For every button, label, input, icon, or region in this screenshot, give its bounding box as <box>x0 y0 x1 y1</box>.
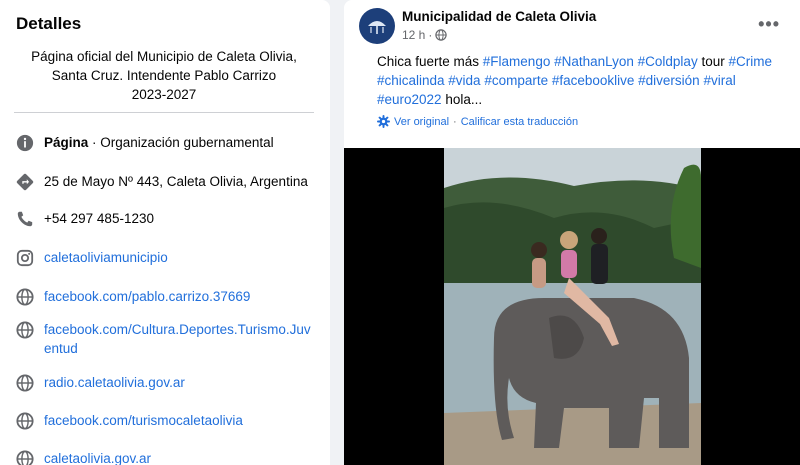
website-row[interactable]: caletaolivia.gov.ar <box>16 449 316 465</box>
phone-text: +54 297 485-1230 <box>44 211 154 226</box>
website-link[interactable]: caletaolivia.gov.ar <box>44 449 151 465</box>
post-card: Municipalidad de Caleta Olivia 12 h · ••… <box>344 0 800 465</box>
instagram-row[interactable]: caletaoliviamunicipio <box>16 248 316 267</box>
post-author[interactable]: Municipalidad de Caleta Olivia <box>402 9 596 24</box>
globe-icon <box>16 450 34 465</box>
avatar[interactable] <box>359 8 395 44</box>
bio-line: 2023-2027 <box>131 87 197 102</box>
website-link[interactable]: radio.caletaolivia.gov.ar <box>44 373 185 392</box>
video-player[interactable] <box>344 148 800 465</box>
globe-icon <box>16 412 34 430</box>
website-link-line[interactable]: facebook.com/Cultura.Deportes.Turismo.Ju… <box>44 322 311 337</box>
instagram-link[interactable]: caletaoliviamunicipio <box>44 248 168 267</box>
rate-translation-link[interactable]: Calificar esta traducción <box>461 116 578 128</box>
post-text-plain: Chica fuerte más <box>377 54 483 69</box>
page-bio: Página oficial del Municipio de Caleta O… <box>14 47 314 104</box>
info-icon <box>16 134 34 152</box>
post-text: Chica fuerte más #Flamengo #NathanLyon #… <box>377 52 787 109</box>
website-row[interactable]: facebook.com/turismocaletaolivia <box>16 411 316 430</box>
website-link[interactable]: facebook.com/turismocaletaolivia <box>44 411 243 430</box>
instagram-icon <box>16 249 34 267</box>
website-link[interactable]: facebook.com/pablo.carrizo.37669 <box>44 287 250 306</box>
globe-icon <box>16 321 34 339</box>
post-text-end: hola... <box>441 92 483 107</box>
website-row[interactable]: facebook.com/pablo.carrizo.37669 <box>16 287 316 306</box>
map-pin-icon <box>16 173 34 191</box>
details-title: Detalles <box>16 14 82 33</box>
translate-separator: · <box>453 115 457 128</box>
website-link-line[interactable]: entud <box>44 341 78 356</box>
post-meta: 12 h · <box>402 28 448 42</box>
settings-gear-icon <box>377 115 390 128</box>
hashtag[interactable]: #Crime <box>728 54 772 69</box>
hashtag-group[interactable]: #chicalinda #vida #comparte #facebookliv… <box>377 73 736 88</box>
bio-line: Santa Cruz. Intendente Pablo Carrizo <box>51 68 277 83</box>
address-text: 25 de Mayo Nº 443, Caleta Olivia, Argent… <box>44 174 308 189</box>
details-card: Detalles Página oficial del Municipio de… <box>0 0 330 465</box>
website-row[interactable]: facebook.com/Cultura.Deportes.Turismo.Ju… <box>16 320 316 358</box>
website-link[interactable]: facebook.com/Cultura.Deportes.Turismo.Ju… <box>44 320 311 358</box>
category-text: · Organización gubernamental <box>88 135 274 150</box>
meta-separator: · <box>428 28 433 42</box>
more-options-icon[interactable]: ••• <box>758 14 780 35</box>
bio-line: Página oficial del Municipio de Caleta O… <box>31 49 297 64</box>
address-row: 25 de Mayo Nº 443, Caleta Olivia, Argent… <box>16 172 316 191</box>
translation-bar: Ver original · Calificar esta traducción <box>377 115 578 128</box>
divider <box>14 112 314 113</box>
website-row[interactable]: radio.caletaolivia.gov.ar <box>16 373 316 392</box>
globe-icon <box>16 374 34 392</box>
phone-row: +54 297 485-1230 <box>16 209 316 228</box>
globe-icon <box>435 29 448 41</box>
page-category-row: Página · Organización gubernamental <box>16 133 316 152</box>
video-frame <box>344 148 800 465</box>
hashtag[interactable]: #euro2022 <box>377 92 442 107</box>
post-text-plain: tour <box>697 54 729 69</box>
category-bold: Página <box>44 135 89 150</box>
phone-icon <box>17 211 33 227</box>
hashtag-group[interactable]: #Flamengo #NathanLyon #Coldplay <box>483 54 698 69</box>
view-original-link[interactable]: Ver original <box>394 116 449 128</box>
page-logo-icon <box>360 9 394 43</box>
post-time[interactable]: 12 h <box>402 28 425 42</box>
globe-icon <box>16 288 34 306</box>
